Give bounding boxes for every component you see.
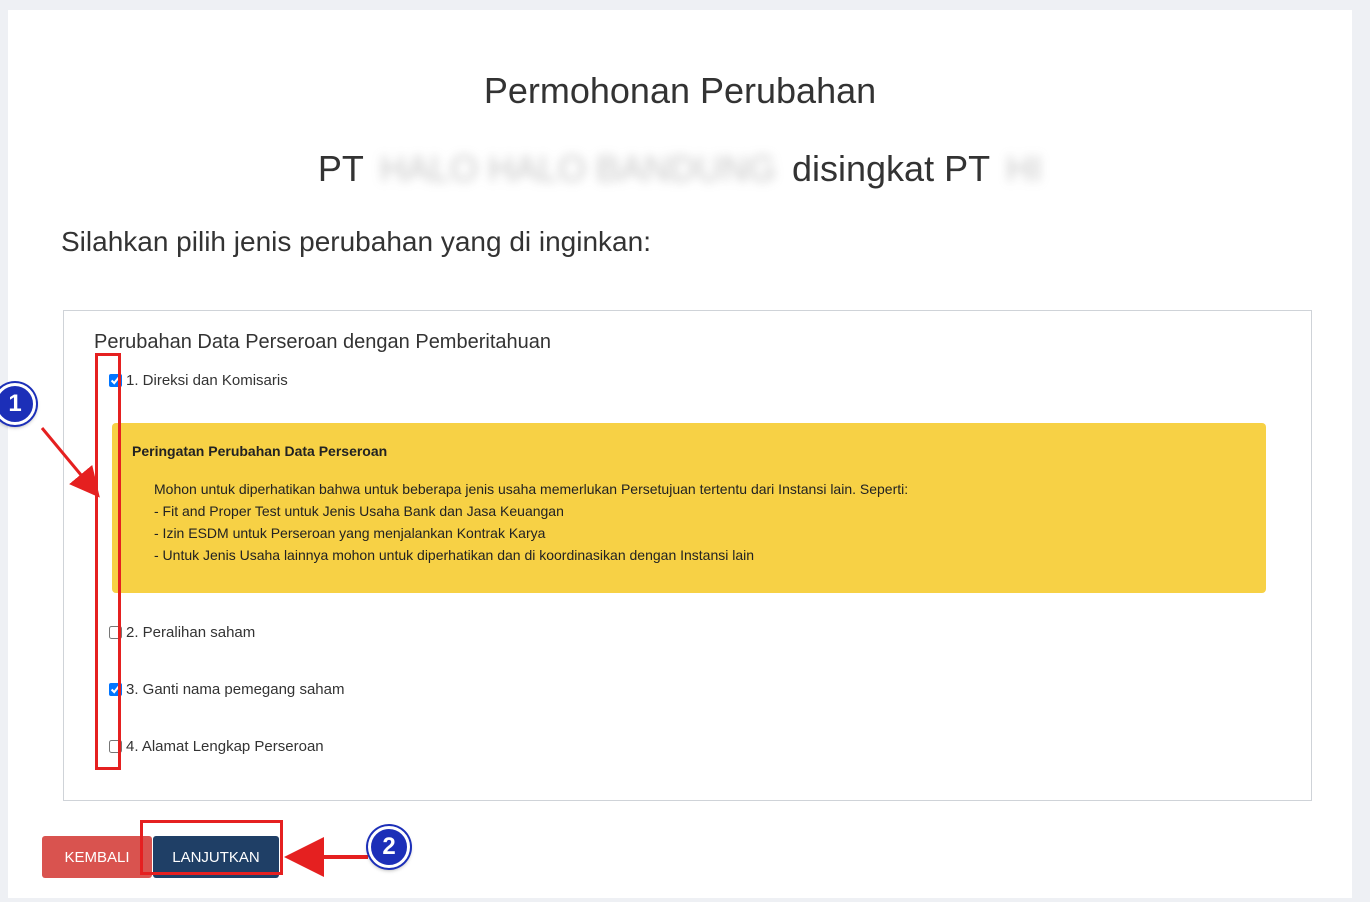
warning-line: Mohon untuk diperhatikan bahwa untuk beb… [154, 481, 909, 497]
checkbox-highlight-box [95, 353, 121, 770]
panel-heading: Perubahan Data Perseroan dengan Pemberit… [94, 331, 551, 353]
warning-alert: Peringatan Perubahan Data Perseroan Moho… [112, 423, 1266, 593]
warning-body: Mohon untuk diperhatikan bahwa untuk beb… [154, 478, 908, 566]
option-label: 4. Alamat Lengkap Perseroan [126, 738, 324, 755]
page-card: Permohonan Perubahan PT HALO HALO BANDUN… [8, 10, 1352, 898]
abbrev-label: disingkat PT [792, 148, 991, 189]
change-options-panel: Perubahan Data Perseroan dengan Pemberit… [63, 310, 1312, 801]
company-name-redacted: HALO HALO BANDUNG [379, 148, 776, 189]
page-title: Permohonan Perubahan [483, 70, 877, 111]
warning-title: Peringatan Perubahan Data Perseroan [132, 443, 388, 459]
option-alamat-lengkap[interactable]: 4. Alamat Lengkap Perseroan [109, 738, 324, 755]
option-label: 1. Direksi dan Komisaris [126, 372, 288, 389]
option-label: 2. Peralihan saham [126, 624, 256, 641]
selection-prompt: Silahkan pilih jenis perubahan yang di i… [61, 226, 651, 257]
back-button[interactable]: KEMBALI [42, 836, 152, 878]
option-label: 3. Ganti nama pemegang saham [126, 681, 345, 698]
abbrev-redacted: HI [1006, 148, 1043, 189]
warning-line: - Izin ESDM untuk Perseroan yang menjala… [154, 525, 546, 541]
option-ganti-nama-pemegang-saham[interactable]: 3. Ganti nama pemegang saham [109, 681, 344, 698]
continue-highlight-box [140, 820, 283, 875]
option-peralihan-saham[interactable]: 2. Peralihan saham [109, 624, 255, 641]
company-name-line: PT HALO HALO BANDUNG disingkat PT HI [8, 148, 1352, 190]
warning-line: - Untuk Jenis Usaha lainnya mohon untuk … [154, 547, 755, 563]
step-badge-2: 2 [368, 826, 410, 868]
warning-line: - Fit and Proper Test untuk Jenis Usaha … [154, 503, 564, 519]
company-prefix: PT [317, 148, 364, 189]
option-direksi-komisaris[interactable]: 1. Direksi dan Komisaris [109, 372, 288, 389]
